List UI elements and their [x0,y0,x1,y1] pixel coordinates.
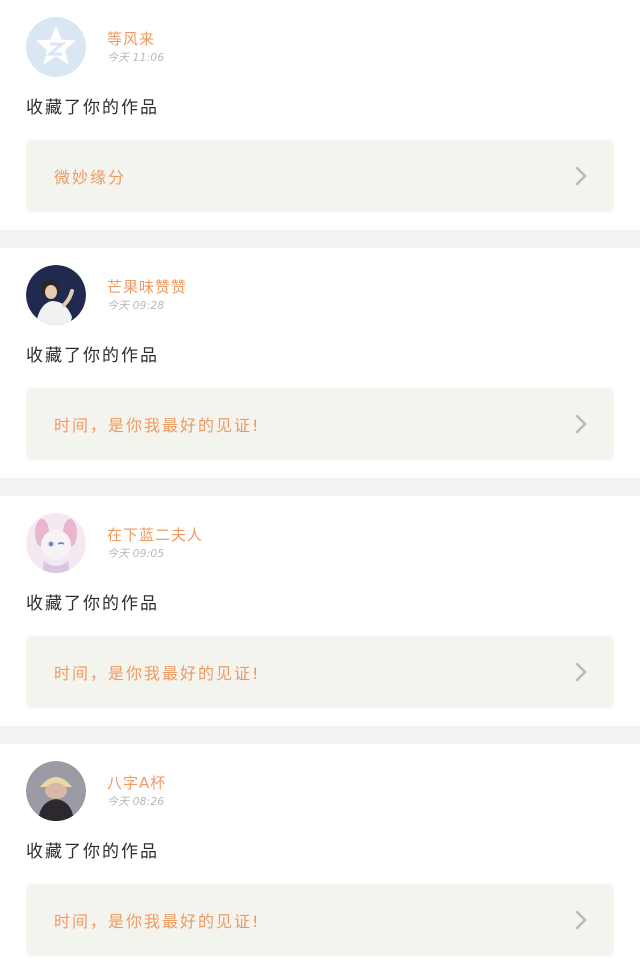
anime-girl-avatar-icon [26,513,86,573]
card-header: 芒果味赞赞 今天 09:28 [26,264,614,326]
username[interactable]: 八字A杯 [107,773,166,793]
work-link[interactable]: 时间，是你我最好的见证! [26,388,614,460]
work-link[interactable]: 时间，是你我最好的见证! [26,884,614,956]
card-header: 等风来 今天 11:06 [26,16,614,78]
work-link[interactable]: 微妙缘分 [26,140,614,212]
user-meta: 芒果味赞赞 今天 09:28 [107,277,187,314]
action-text: 收藏了你的作品 [26,346,159,366]
username[interactable]: 等风来 [107,29,164,49]
notification-card: 八字A杯 今天 08:26 收藏了你的作品 时间，是你我最好的见证! [0,744,640,974]
work-title: 微妙缘分 [54,168,127,187]
user-meta: 在下蓝二夫人 今天 09:05 [107,525,203,562]
user-meta: 八字A杯 今天 08:26 [107,773,166,810]
notification-card: 等风来 今天 11:06 收藏了你的作品 微妙缘分 [0,0,640,230]
username[interactable]: 芒果味赞赞 [107,277,187,297]
chevron-right-icon [575,166,587,186]
card-header: 八字A杯 今天 08:26 [26,760,614,822]
chevron-right-icon [575,662,587,682]
action-text: 收藏了你的作品 [26,842,159,862]
action-text: 收藏了你的作品 [26,594,159,614]
notification-card: 在下蓝二夫人 今天 09:05 收藏了你的作品 时间，是你我最好的见证! [0,496,640,726]
work-title: 时间，是你我最好的见证! [54,664,261,683]
avatar[interactable] [26,265,86,325]
username[interactable]: 在下蓝二夫人 [107,525,203,545]
card-header: 在下蓝二夫人 今天 09:05 [26,512,614,574]
avatar[interactable] [26,761,86,821]
notification-card: 芒果味赞赞 今天 09:28 收藏了你的作品 时间，是你我最好的见证! [0,248,640,478]
work-link[interactable]: 时间，是你我最好的见证! [26,636,614,708]
work-title: 时间，是你我最好的见证! [54,416,261,435]
chevron-right-icon [575,910,587,930]
timestamp: 今天 09:28 [107,298,165,312]
user-meta: 等风来 今天 11:06 [107,29,164,66]
chevron-right-icon [575,414,587,434]
default-qq-avatar-icon [26,17,86,77]
avatar[interactable] [26,513,86,573]
action-text: 收藏了你的作品 [26,98,159,118]
person-photo-avatar-icon [26,265,86,325]
timestamp: 今天 09:05 [107,546,165,560]
notification-feed: 等风来 今天 11:06 收藏了你的作品 微妙缘分 芒果味赞赞 今天 09:28… [0,0,640,974]
work-title: 时间，是你我最好的见证! [54,912,261,931]
person-hat-avatar-icon [26,761,86,821]
timestamp: 今天 11:06 [107,50,165,64]
avatar[interactable] [26,17,86,77]
timestamp: 今天 08:26 [107,794,165,808]
